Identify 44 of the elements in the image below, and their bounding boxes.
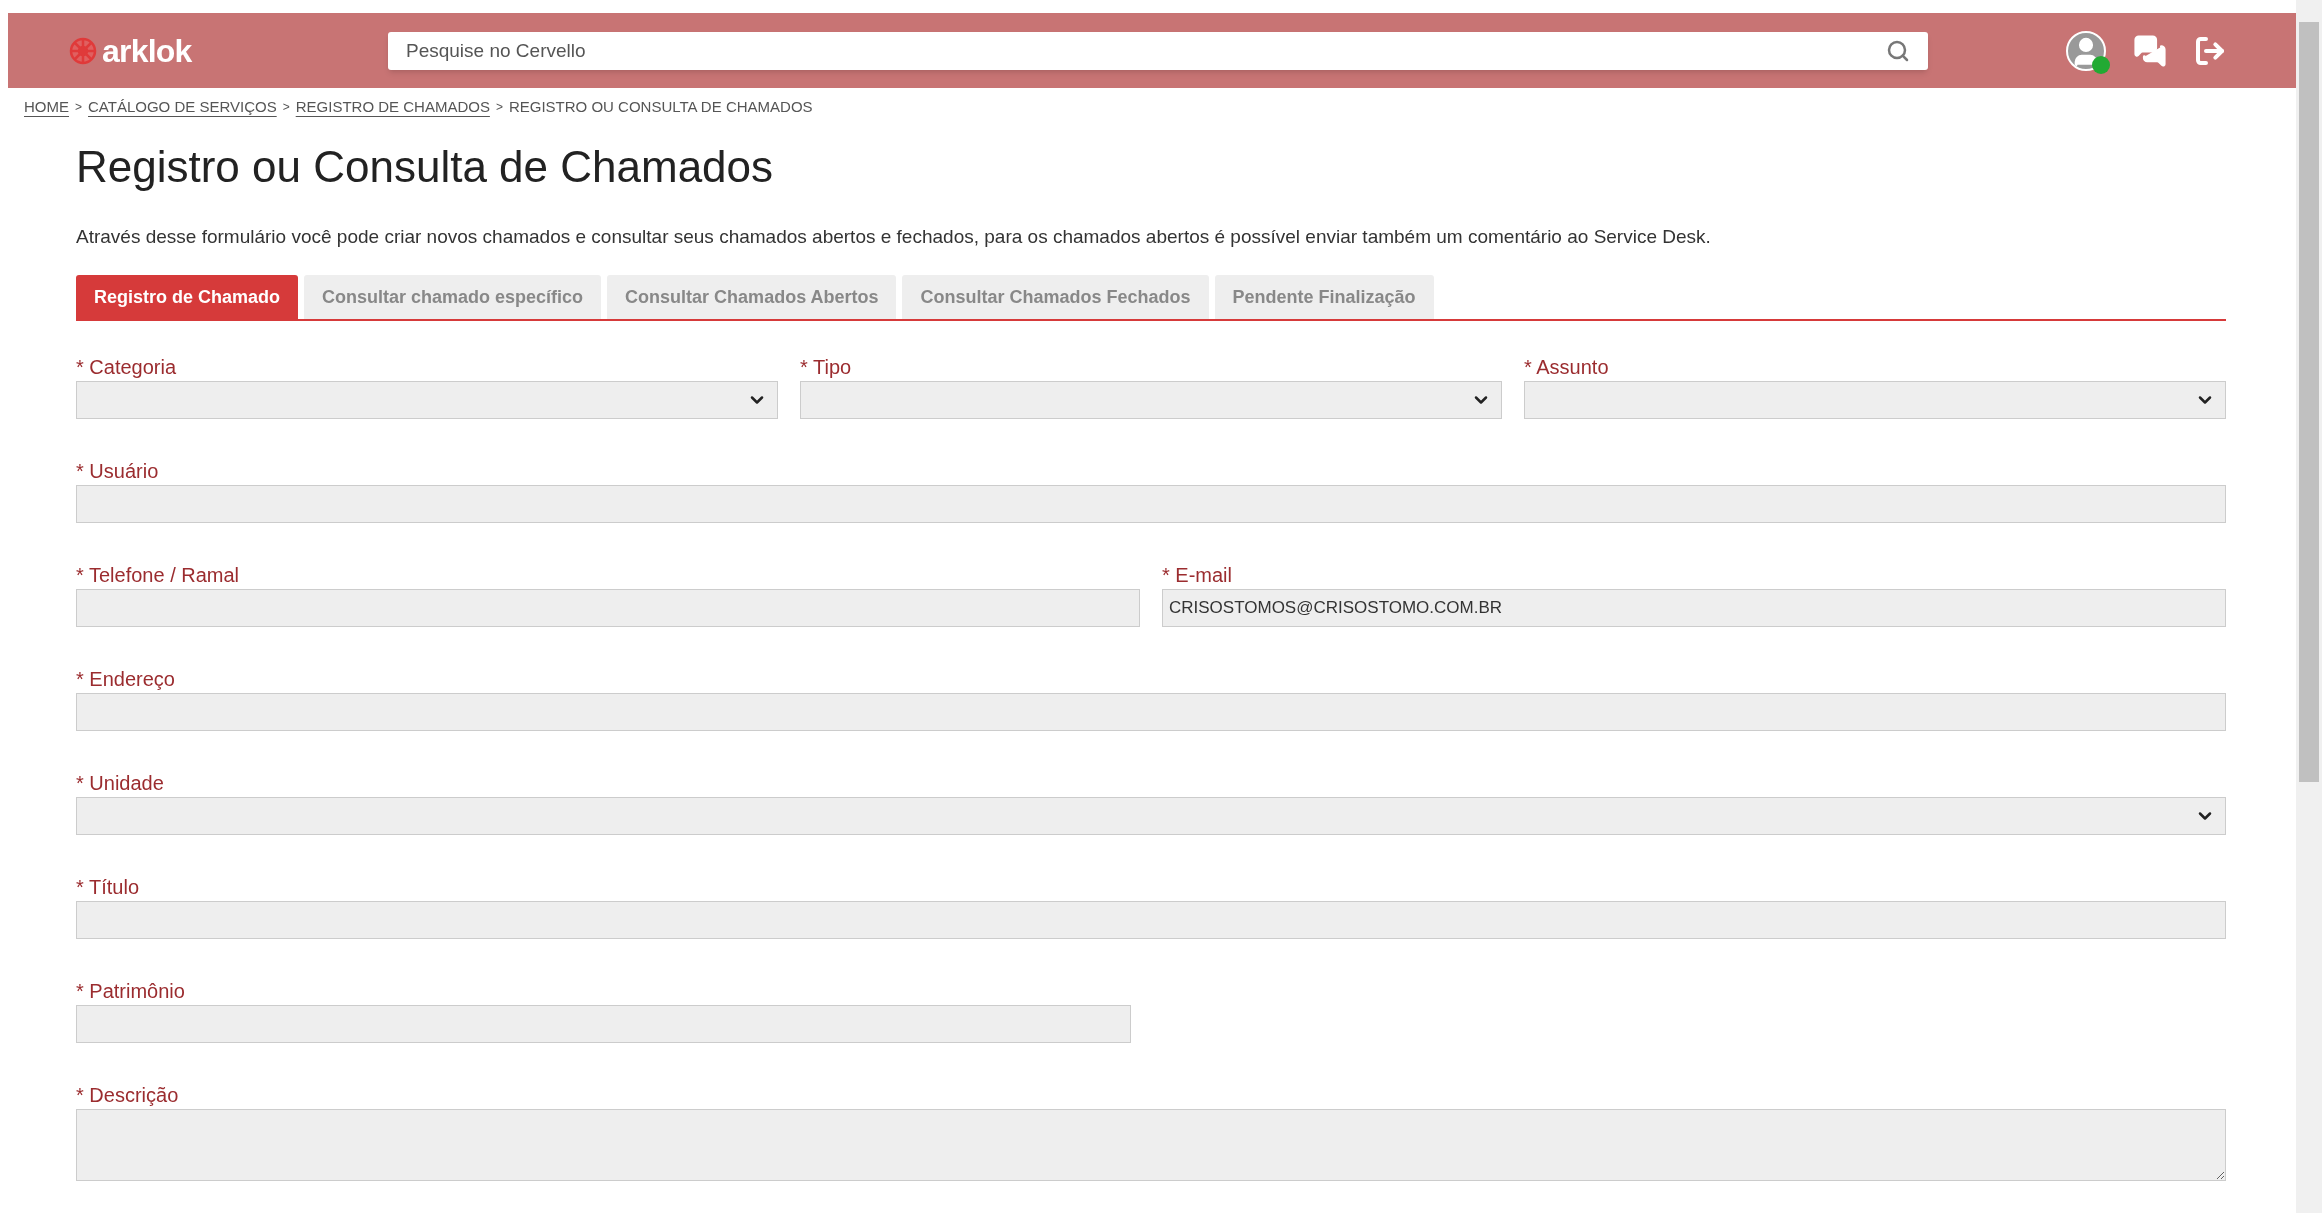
breadcrumb-current: REGISTRO OU CONSULTA DE CHAMADOS — [508, 97, 813, 117]
select-field[interactable] — [1524, 381, 2226, 419]
flower-logo-icon — [68, 35, 98, 66]
tab[interactable]: Consultar Chamados Fechados — [902, 275, 1209, 319]
breadcrumb-separator: > — [282, 99, 290, 117]
breadcrumb-separator: > — [75, 99, 82, 117]
field-label: * Tipo — [800, 355, 853, 379]
field-label: * Assunto — [1524, 355, 1610, 379]
search-field[interactable]: Pesquise no Cervello — [388, 31, 1928, 70]
logout-icon[interactable] — [2194, 34, 2226, 67]
field-label: * Usuário — [76, 459, 160, 483]
breadcrumb-link[interactable]: REGISTRO DE CHAMADOS — [295, 96, 490, 119]
avatar[interactable] — [2066, 30, 2106, 71]
scrollbar[interactable] — [2296, 0, 2322, 1213]
input-field[interactable] — [76, 693, 2226, 731]
tab[interactable]: Registro de Chamado — [76, 275, 299, 319]
select-field[interactable] — [76, 381, 778, 419]
field-label: * Telefone / Ramal — [76, 563, 241, 587]
field-label: * Categoria — [76, 355, 178, 379]
input-field[interactable] — [76, 485, 2226, 523]
page-title: Registro ou Consulta de Chamados — [76, 140, 775, 193]
field-label: * E-mail — [1162, 563, 1233, 587]
select-field[interactable] — [76, 797, 2226, 835]
input-field[interactable] — [76, 589, 1140, 627]
textarea-field[interactable] — [76, 1109, 2226, 1181]
page-description: Através desse formulário você pode criar novos chamados e consultar seus chamados abertos e fechados, para os chamados abertos é possível enviar também um comentário ao Service Desk. — [76, 224, 1712, 249]
input-field[interactable] — [76, 1005, 1131, 1043]
input-field[interactable] — [76, 901, 2226, 939]
tab[interactable]: Consultar Chamados Abertos — [607, 275, 897, 319]
field-label: * Patrimônio — [76, 979, 186, 1003]
field-label: * Unidade — [76, 771, 165, 795]
tab[interactable]: Consultar chamado específico — [304, 275, 602, 319]
field-label: * Título — [76, 875, 140, 899]
field-label: * Endereço — [76, 667, 176, 691]
field-label: * Descrição — [76, 1083, 180, 1107]
chat-icon[interactable] — [2132, 33, 2168, 68]
breadcrumb-separator: > — [495, 99, 503, 117]
search-icon[interactable] — [1886, 38, 1910, 63]
input-field[interactable]: CRISOSTOMOS@CRISOSTOMO.COM.BR — [1162, 589, 2226, 627]
select-field[interactable] — [800, 381, 1502, 419]
tab[interactable]: Pendente Finalização — [1214, 275, 1434, 319]
breadcrumb-link[interactable]: CATÁLOGO DE SERVIÇOS — [88, 96, 277, 119]
breadcrumb-link[interactable]: HOME — [24, 96, 69, 119]
logo-text: arklok — [102, 31, 192, 71]
